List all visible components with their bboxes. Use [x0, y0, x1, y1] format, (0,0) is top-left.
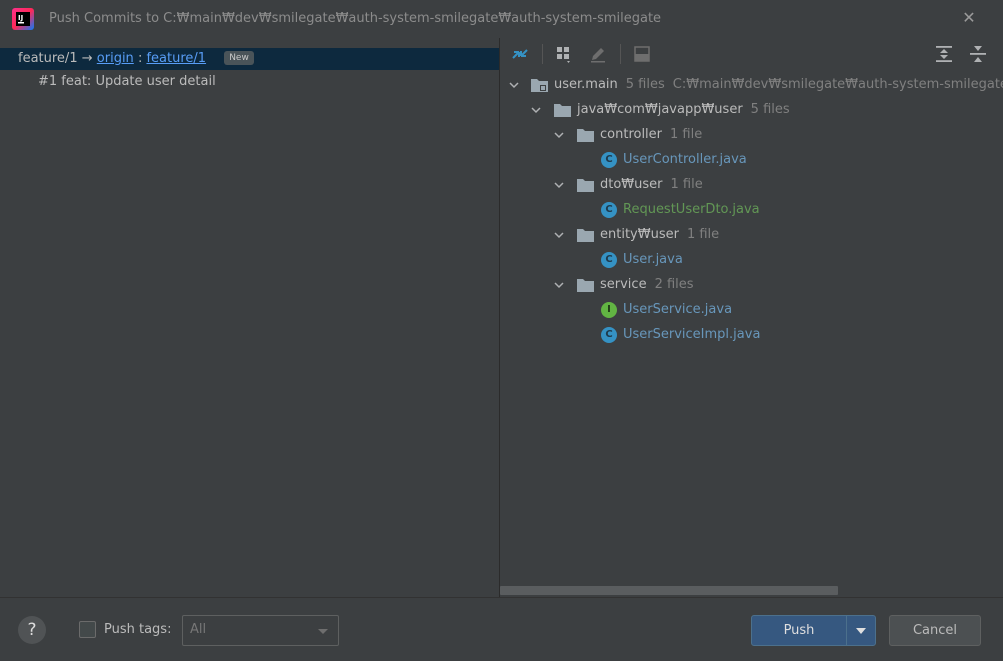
window-title: Push Commits to C:₩main₩dev₩smilegate₩au…	[49, 11, 662, 26]
tree-file[interactable]: I UserService.java	[500, 299, 1003, 321]
tree-root[interactable]: user.main 5 files C:₩main₩dev₩smilegate₩au…	[500, 74, 1003, 96]
folder-label: entity₩user	[600, 227, 679, 242]
file-label: UserService.java	[623, 302, 733, 317]
push-dropdown-button[interactable]	[846, 615, 876, 646]
folder-icon	[577, 179, 594, 192]
file-label: UserServiceImpl.java	[623, 327, 761, 342]
class-icon: C	[601, 202, 617, 218]
folder-icon	[577, 229, 594, 242]
file-label: User.java	[623, 252, 683, 267]
intellij-logo-icon: IJ	[12, 8, 34, 30]
folder-count: 1 file	[670, 127, 703, 142]
chevron-down-icon[interactable]	[507, 74, 521, 96]
folder-label: controller	[600, 127, 663, 142]
folder-icon	[554, 104, 571, 117]
tree-file[interactable]: C UserServiceImpl.java	[500, 324, 1003, 346]
interface-icon: I	[601, 302, 617, 318]
file-label: RequestUserDto.java	[623, 202, 760, 217]
tree-file[interactable]: C User.java	[500, 249, 1003, 271]
class-icon: C	[601, 252, 617, 268]
tree-package[interactable]: java₩com₩javapp₩user 5 files	[500, 99, 1003, 121]
chevron-down-icon[interactable]	[552, 174, 566, 196]
folder-icon	[577, 279, 594, 292]
collapse-all-icon[interactable]	[966, 42, 990, 66]
tree-file[interactable]: C RequestUserDto.java	[500, 199, 1003, 221]
toolbar-separator	[542, 44, 543, 64]
remote-link[interactable]: origin	[97, 51, 134, 66]
folder-label: service	[600, 277, 647, 292]
folder-label: dto₩user	[600, 177, 663, 192]
edit-source-icon[interactable]	[586, 42, 610, 66]
push-tags-checkbox[interactable]	[79, 621, 96, 638]
chevron-down-icon[interactable]	[552, 124, 566, 146]
package-label: java₩com₩javapp₩user	[577, 102, 743, 117]
close-icon[interactable]: ✕	[958, 7, 980, 29]
module-icon	[531, 79, 548, 92]
file-label: UserController.java	[623, 152, 747, 167]
push-button[interactable]: Push	[751, 615, 847, 646]
horizontal-scrollbar[interactable]	[500, 586, 838, 595]
folder-count: 1 file	[670, 177, 703, 192]
title-bar: IJ Push Commits to C:₩main₩dev₩smilegate…	[0, 0, 1003, 38]
class-icon: C	[601, 327, 617, 343]
show-diff-icon[interactable]	[508, 42, 532, 66]
tree-file[interactable]: C UserController.java	[500, 149, 1003, 171]
commit-item[interactable]: #1 feat: Update user detail	[38, 72, 216, 92]
folder-icon	[577, 129, 594, 142]
tree-folder-controller[interactable]: controller 1 file	[500, 124, 1003, 146]
folder-count: 1 file	[686, 227, 720, 242]
commits-panel: feature/1 → origin : feature/1 New #1 fe…	[0, 38, 499, 597]
dialog-footer: ? Push tags: All Push Cancel	[0, 597, 1003, 661]
remote-branch-link[interactable]: feature/1	[146, 51, 206, 66]
files-panel: user.main 5 files C:₩main₩dev₩smilegate₩au…	[500, 38, 1003, 597]
push-tags-label[interactable]: Push tags:	[104, 621, 171, 639]
new-badge: New	[224, 51, 254, 65]
local-branch: feature/1	[18, 51, 78, 66]
help-button[interactable]: ?	[18, 616, 46, 644]
branch-separator: :	[137, 51, 143, 66]
files-toolbar	[500, 38, 1003, 70]
cancel-button[interactable]: Cancel	[889, 615, 981, 646]
expand-all-icon[interactable]	[932, 42, 956, 66]
chevron-down-icon	[856, 628, 866, 634]
chevron-down-icon	[318, 629, 328, 634]
chevron-down-icon[interactable]	[529, 99, 543, 121]
branch-row[interactable]: feature/1 → origin : feature/1 New	[0, 48, 499, 70]
chevron-down-icon[interactable]	[552, 274, 566, 296]
group-by-icon[interactable]	[552, 42, 576, 66]
toolbar-separator	[620, 44, 621, 64]
arrow-icon: →	[81, 51, 93, 66]
tree-root-label: user.main 5 files C:₩main₩dev₩smilegate₩au…	[554, 77, 1003, 92]
svg-text:IJ: IJ	[18, 14, 23, 22]
tree-folder-dto-user[interactable]: dto₩user 1 file	[500, 174, 1003, 196]
package-count: 5 files	[750, 102, 790, 117]
tags-select[interactable]: All	[182, 615, 339, 646]
tags-select-value: All	[190, 622, 207, 637]
class-icon: C	[601, 152, 617, 168]
chevron-down-icon[interactable]	[552, 224, 566, 246]
tree-folder-entity-user[interactable]: entity₩user 1 file	[500, 224, 1003, 246]
preview-diff-icon[interactable]	[630, 42, 654, 66]
tree-folder-service[interactable]: service 2 files	[500, 274, 1003, 296]
folder-count: 2 files	[654, 277, 694, 292]
